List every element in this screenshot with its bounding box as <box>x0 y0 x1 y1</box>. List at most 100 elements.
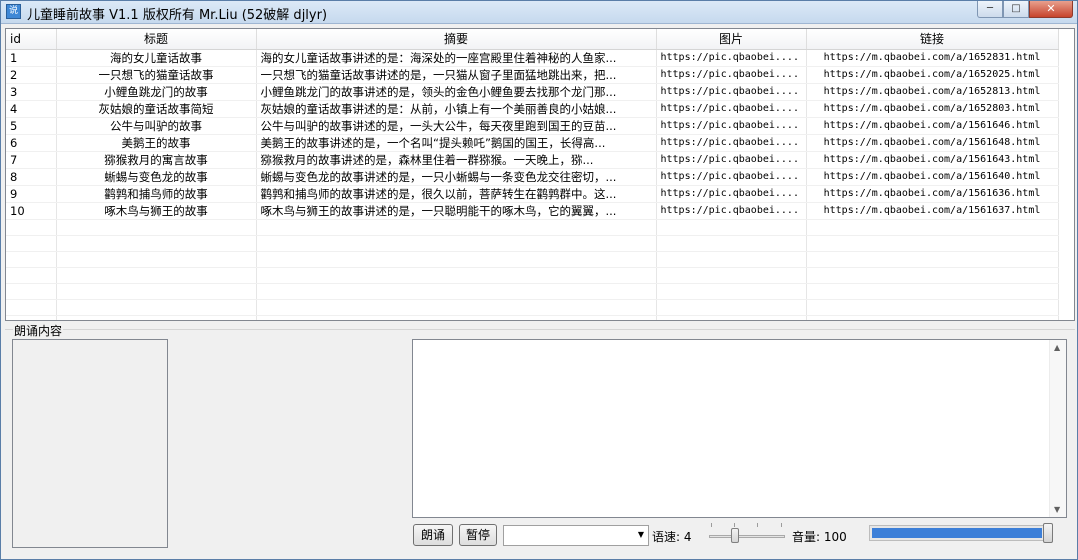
table-row[interactable]: 8 蜥蜴与变色龙的故事 蜥蜴与变色龙的故事讲述的是，一只小蜥蜴与一条变色龙交往密切，… <box>6 168 1059 186</box>
slider-tick <box>734 523 735 527</box>
cell-title: 美鹅王的故事 <box>56 134 257 152</box>
column-header-image[interactable]: 图片 <box>656 29 807 50</box>
close-button[interactable]: ✕ <box>1029 1 1073 18</box>
table-row[interactable]: 3 小鲤鱼跳龙门的故事 小鲤鱼跳龙门的故事讲述的是，领头的金色小鲤鱼要去找那个龙门那… <box>6 83 1059 101</box>
empty-cell <box>806 267 1059 284</box>
maximize-button[interactable]: □ <box>1003 1 1029 18</box>
cell-summary: 美鹅王的故事讲述的是，一个名叫“提头赖吒”鹅国的国王，长得高... <box>256 134 657 152</box>
empty-cell <box>256 235 657 252</box>
text-scrollbar[interactable]: ▲ ▼ <box>1049 340 1066 517</box>
cell-id: 8 <box>6 168 57 186</box>
cell-id: 2 <box>6 66 57 84</box>
table-row[interactable]: 9 鹳鹑和捕鸟师的故事 鹳鹑和捕鸟师的故事讲述的是，很久以前，菩萨转生在鹳鹑群中。这… <box>6 185 1059 203</box>
cell-summary: 鹳鹑和捕鸟师的故事讲述的是，很久以前，菩萨转生在鹳鹑群中。这... <box>256 185 657 203</box>
cell-id: 10 <box>6 202 57 220</box>
slider-tick <box>711 523 712 527</box>
table-row[interactable]: 10 啄木鸟与狮王的故事 啄木鸟与狮王的故事讲述的是，一只聪明能干的啄木鸟，它的翼翼… <box>6 202 1059 220</box>
empty-cell <box>656 251 807 268</box>
table-row[interactable]: 5 公牛与叫驴的故事 公牛与叫驴的故事讲述的是，一头大公牛，每天夜里跑到国王的豆苗.… <box>6 117 1059 135</box>
empty-row <box>6 251 1059 268</box>
reading-text-area[interactable]: ▲ ▼ <box>412 339 1067 518</box>
cell-link: https://m.qbaobei.com/a/1561637.html <box>806 202 1059 220</box>
cell-image: https://pic.qbaobei.... <box>656 117 807 135</box>
cell-summary: 蜥蜴与变色龙的故事讲述的是，一只小蜥蜴与一条变色龙交往密切，... <box>256 168 657 186</box>
cell-link: https://m.qbaobei.com/a/1652813.html <box>806 83 1059 101</box>
cell-summary: 灰姑娘的童话故事讲述的是：从前，小镇上有一个美丽善良的小姑娘... <box>256 100 657 118</box>
column-header-title[interactable]: 标题 <box>56 29 257 50</box>
voice-select[interactable]: ▼ <box>503 525 649 546</box>
column-header-link[interactable]: 链接 <box>806 29 1059 50</box>
cell-title: 啄木鸟与狮王的故事 <box>56 202 257 220</box>
cell-title: 一只想飞的猫童话故事 <box>56 66 257 84</box>
cell-summary: 猕猴救月的故事讲述的是，森林里住着一群猕猴。一天晚上，猕... <box>256 151 657 169</box>
cell-title: 公牛与叫驴的故事 <box>56 117 257 135</box>
empty-cell <box>56 283 257 300</box>
cell-id: 7 <box>6 151 57 169</box>
table-row[interactable]: 6 美鹅王的故事 美鹅王的故事讲述的是，一个名叫“提头赖吒”鹅国的国王，长得高...… <box>6 134 1059 152</box>
empty-cell <box>56 235 257 252</box>
volume-bar-fill <box>872 528 1042 538</box>
volume-bar[interactable] <box>869 525 1053 541</box>
speed-slider-track[interactable] <box>709 535 785 538</box>
column-header-summary[interactable]: 摘要 <box>256 29 657 50</box>
empty-cell <box>6 235 57 252</box>
speed-slider-thumb[interactable] <box>731 528 739 543</box>
empty-cell <box>256 315 657 320</box>
window-title: 儿童睡前故事 V1.1 版权所有 Mr.Liu (52破解 djlyr) <box>27 8 328 23</box>
empty-cell <box>6 251 57 268</box>
story-image-panel <box>12 339 168 548</box>
scroll-down-icon[interactable]: ▼ <box>1054 505 1060 514</box>
empty-cell <box>56 267 257 284</box>
cell-image: https://pic.qbaobei.... <box>656 202 807 220</box>
cell-id: 5 <box>6 117 57 135</box>
cell-summary: 一只想飞的猫童话故事讲述的是，一只猫从窗子里面猛地跳出来，把... <box>256 66 657 84</box>
title-bar[interactable]: 说 儿童睡前故事 V1.1 版权所有 Mr.Liu (52破解 djlyr) ─… <box>1 1 1077 24</box>
empty-cell <box>256 219 657 236</box>
scroll-up-icon[interactable]: ▲ <box>1054 343 1060 352</box>
cell-link: https://m.qbaobei.com/a/1561640.html <box>806 168 1059 186</box>
group-divider <box>5 329 1075 330</box>
empty-cell <box>806 315 1059 320</box>
table-header-row: id 标题 摘要 图片 链接 <box>6 29 1059 50</box>
empty-cell <box>806 251 1059 268</box>
empty-row <box>6 235 1059 252</box>
cell-image: https://pic.qbaobei.... <box>656 66 807 84</box>
story-table-grid: id 标题 摘要 图片 链接 1 海的女儿童话故事 海的女儿童话故事讲述的是：海深处… <box>6 29 1059 320</box>
cell-link: https://m.qbaobei.com/a/1561636.html <box>806 185 1059 203</box>
cell-title: 蜥蜴与变色龙的故事 <box>56 168 257 186</box>
cell-image: https://pic.qbaobei.... <box>656 100 807 118</box>
empty-cell <box>6 283 57 300</box>
speed-label: 语速: 4 <box>652 530 692 544</box>
app-window: 说 儿童睡前故事 V1.1 版权所有 Mr.Liu (52破解 djlyr) ─… <box>0 0 1078 560</box>
cell-title: 灰姑娘的童话故事简短 <box>56 100 257 118</box>
story-table[interactable]: id 标题 摘要 图片 链接 1 海的女儿童话故事 海的女儿童话故事讲述的是：海深处… <box>5 28 1075 321</box>
table-row[interactable]: 2 一只想飞的猫童话故事 一只想飞的猫童话故事讲述的是，一只猫从窗子里面猛地跳出来，… <box>6 66 1059 84</box>
cell-id: 3 <box>6 83 57 101</box>
minimize-button[interactable]: ─ <box>977 1 1003 18</box>
read-button[interactable]: 朗诵 <box>413 524 453 546</box>
empty-row <box>6 267 1059 284</box>
table-row[interactable]: 4 灰姑娘的童话故事简短 灰姑娘的童话故事讲述的是：从前，小镇上有一个美丽善良的小姑… <box>6 100 1059 118</box>
empty-cell <box>6 315 57 320</box>
empty-cell <box>656 299 807 316</box>
slider-tick <box>781 523 782 527</box>
cell-image: https://pic.qbaobei.... <box>656 185 807 203</box>
empty-row <box>6 315 1059 320</box>
cell-title: 猕猴救月的寓言故事 <box>56 151 257 169</box>
volume-bar-thumb[interactable] <box>1043 523 1053 543</box>
empty-row <box>6 283 1059 300</box>
empty-cell <box>806 219 1059 236</box>
cell-title: 小鲤鱼跳龙门的故事 <box>56 83 257 101</box>
slider-tick <box>757 523 758 527</box>
pause-button[interactable]: 暂停 <box>459 524 497 546</box>
app-icon: 说 <box>6 4 21 19</box>
empty-cell <box>56 219 257 236</box>
column-header-id[interactable]: id <box>6 29 57 50</box>
cell-id: 9 <box>6 185 57 203</box>
table-row[interactable]: 7 猕猴救月的寓言故事 猕猴救月的故事讲述的是，森林里住着一群猕猴。一天晚上，猕..… <box>6 151 1059 169</box>
empty-row <box>6 219 1059 236</box>
cell-link: https://m.qbaobei.com/a/1561643.html <box>806 151 1059 169</box>
chevron-down-icon: ▼ <box>637 530 644 539</box>
cell-summary: 海的女儿童话故事讲述的是：海深处的一座宫殿里住着神秘的人鱼家... <box>256 49 657 67</box>
table-row[interactable]: 1 海的女儿童话故事 海的女儿童话故事讲述的是：海深处的一座宫殿里住着神秘的人鱼家.… <box>6 49 1059 67</box>
